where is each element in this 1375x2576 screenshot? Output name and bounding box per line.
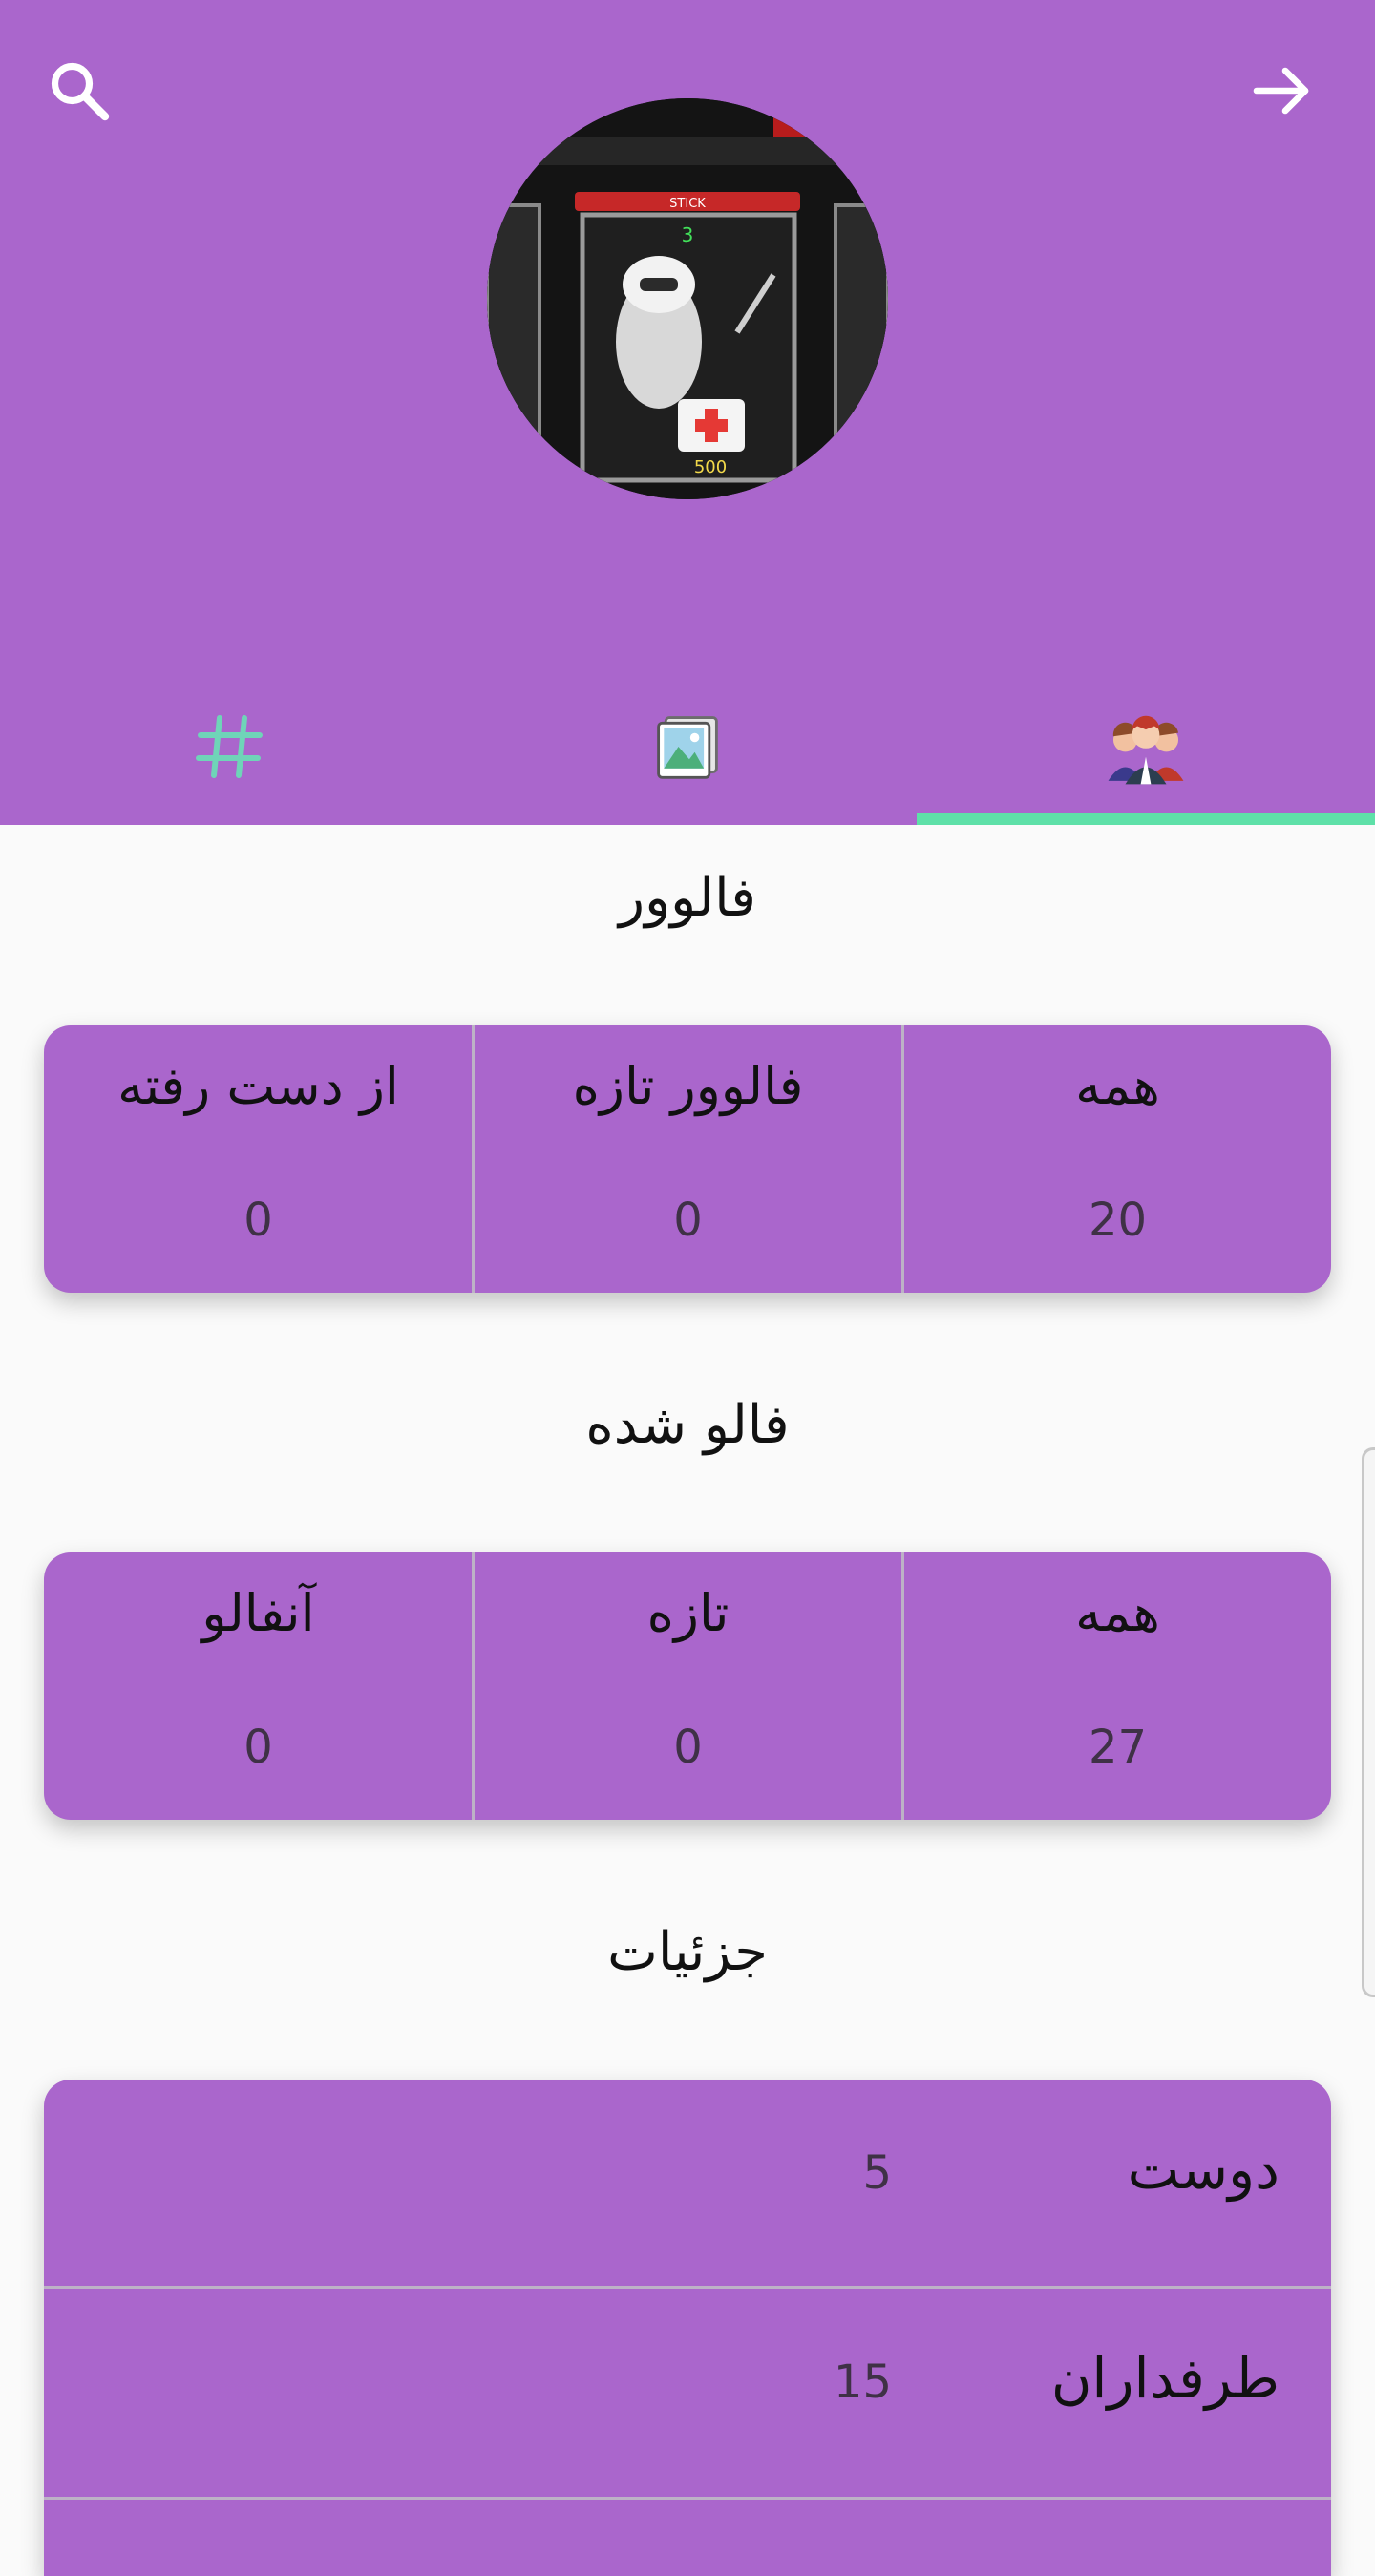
hashtag-icon (196, 715, 263, 778)
details-card: دوست 5 طرفداران 15 (44, 2080, 1331, 2576)
image-gallery-icon (657, 716, 718, 779)
followers-all[interactable]: همه 20 (903, 1025, 1331, 1293)
followers-new[interactable]: فالوور تازه 0 (474, 1025, 902, 1293)
stat-value: 27 (1088, 1721, 1148, 1774)
stat-value: 0 (673, 1721, 703, 1774)
search-button[interactable] (27, 38, 132, 143)
following-card: آنفالو 0 تازه 0 همه 27 (44, 1552, 1331, 1820)
profile-avatar[interactable]: STICK 3 500 (487, 98, 888, 499)
divider (44, 2497, 1331, 2500)
stat-label: آنفالو (201, 1583, 315, 1643)
stat-label: تازه (646, 1583, 730, 1643)
detail-label: طرفداران (1050, 2346, 1280, 2411)
edge-panel-handle[interactable] (1362, 1447, 1375, 1997)
search-icon (51, 62, 110, 121)
details-title: جزئیات (607, 1921, 768, 1983)
tab-hashtags[interactable] (0, 668, 458, 825)
profile-header: STICK 3 500 (0, 0, 1375, 825)
tab-media[interactable] (458, 668, 917, 825)
followers-lost[interactable]: از دست رفته 0 (44, 1025, 473, 1293)
arrow-right-icon (1253, 67, 1309, 115)
people-group-icon (1108, 715, 1184, 785)
svg-text:3: 3 (682, 223, 694, 246)
svg-text:STICK: STICK (669, 197, 706, 211)
svg-text:500: 500 (694, 457, 727, 477)
tab-bar (0, 668, 1375, 825)
stat-value: 20 (1088, 1193, 1148, 1247)
following-unfollowed[interactable]: آنفالو 0 (44, 1552, 473, 1820)
tab-followers[interactable] (917, 668, 1375, 825)
stat-value: 0 (243, 1721, 273, 1774)
back-button[interactable] (1230, 38, 1335, 143)
stat-value: 0 (243, 1193, 273, 1247)
stat-label: همه (1075, 1056, 1160, 1116)
detail-row-friends[interactable]: دوست 5 (44, 2080, 1331, 2288)
detail-value: 5 (862, 2146, 892, 2200)
stat-value: 0 (673, 1193, 703, 1247)
active-tab-indicator (917, 813, 1375, 825)
following-all[interactable]: همه 27 (903, 1552, 1331, 1820)
followers-card: از دست رفته 0 فالوور تازه 0 همه 20 (44, 1025, 1331, 1293)
following-new[interactable]: تازه 0 (474, 1552, 902, 1820)
avatar-image: STICK 3 500 (487, 98, 888, 499)
stat-label: همه (1075, 1583, 1160, 1643)
following-title: فالو شده (585, 1394, 790, 1456)
detail-value: 15 (833, 2355, 892, 2409)
stat-label: از دست رفته (117, 1056, 399, 1116)
detail-label: دوست (1127, 2137, 1280, 2202)
stat-label: فالوور تازه (572, 1056, 804, 1116)
detail-row-fans[interactable]: طرفداران 15 (44, 2289, 1331, 2497)
followers-title: فالوور (619, 867, 756, 929)
